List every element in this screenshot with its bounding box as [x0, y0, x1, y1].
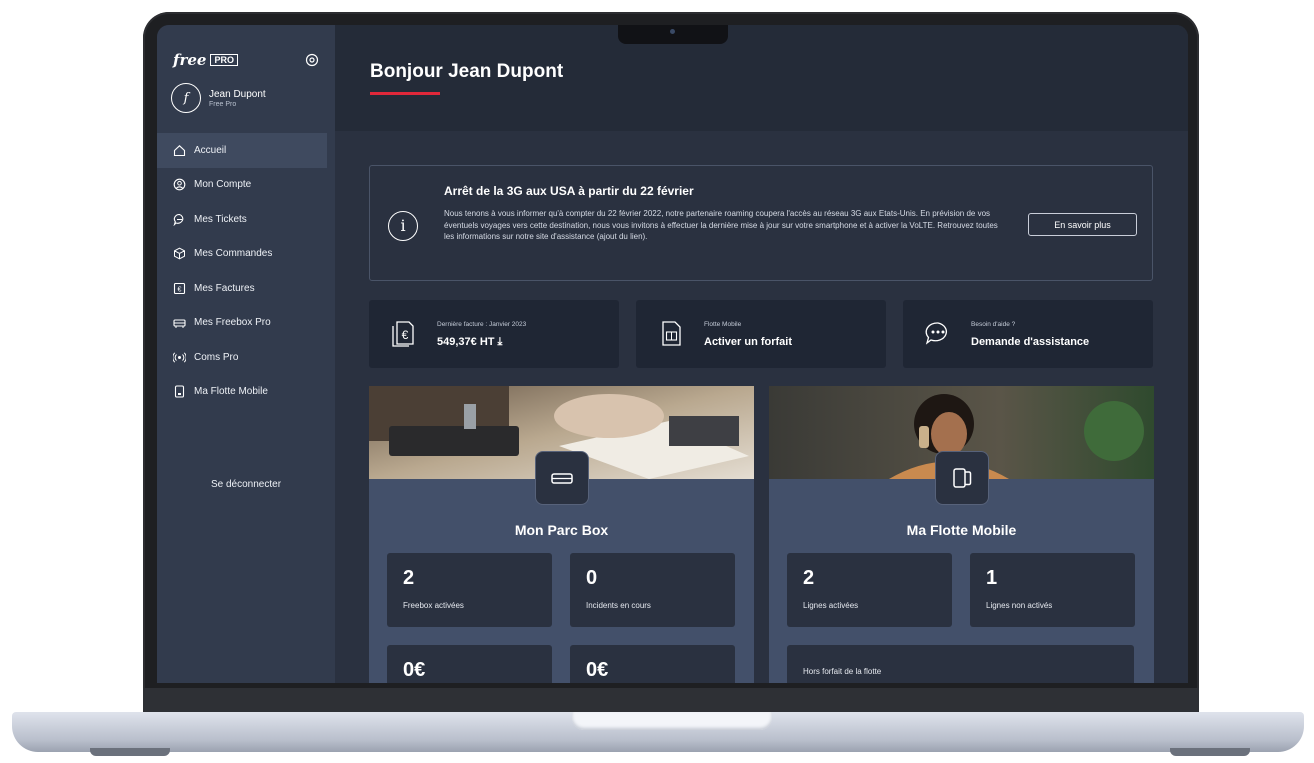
- brand-badge: PRO: [210, 54, 238, 66]
- sidebar-item-mes-freebox-pro[interactable]: Mes Freebox Pro: [157, 306, 335, 341]
- stat-value: 0€: [403, 659, 426, 681]
- laptop-screen: free PRO f Jean Dupont Free Pro Accueil M…: [157, 25, 1188, 683]
- sidebar-item-mes-tickets[interactable]: Mes Tickets: [157, 202, 335, 237]
- invoice-euro-icon: €: [392, 321, 414, 347]
- user-circle-icon: [173, 178, 186, 191]
- learn-more-button[interactable]: En savoir plus: [1028, 213, 1137, 236]
- stat-card-incidents[interactable]: 0 Incidents en cours: [570, 553, 735, 627]
- svg-text:€: €: [402, 328, 409, 342]
- card-support-request[interactable]: Besoin d'aide ? Demande d'assistance: [903, 300, 1153, 368]
- main-content: Bonjour Jean Dupont i Arrêt de la 3G aux…: [335, 25, 1188, 683]
- svg-text:€: €: [178, 286, 182, 293]
- stat-card-lines-not-activated[interactable]: 1 Lignes non activés: [970, 553, 1135, 627]
- title-underline: [370, 92, 440, 95]
- stat-label: Freebox activées: [403, 601, 464, 610]
- chat-bubble-icon: [173, 213, 184, 226]
- brand-name: free: [173, 51, 207, 69]
- stat-value: 0: [586, 567, 598, 589]
- stat-value: 0€: [586, 659, 609, 681]
- sidebar-item-mon-compte[interactable]: Mon Compte: [157, 168, 335, 203]
- info-icon: i: [388, 211, 418, 241]
- avatar: f: [171, 83, 201, 113]
- laptop-foot-right: [1170, 748, 1250, 756]
- alert-body: Nous tenons à vous informer qu'à compter…: [444, 209, 998, 241]
- sim-card-icon: [662, 321, 681, 346]
- card-value: 549,37€ HT ⤓: [437, 336, 503, 348]
- router-icon: [551, 473, 573, 484]
- stat-card-lines-activated[interactable]: 2 Lignes activées: [787, 553, 952, 627]
- stat-value: 2: [803, 567, 815, 589]
- card-label: Besoin d'aide ?: [971, 321, 1016, 328]
- card-label: Flotte Mobile: [704, 321, 742, 328]
- laptop-trackpad-notch: [572, 712, 772, 730]
- sidebar-item-label: Mes Tickets: [194, 213, 247, 225]
- user-subtitle: Free Pro: [209, 100, 237, 108]
- camera-icon: [670, 29, 675, 34]
- sidebar-item-label: Accueil: [194, 144, 227, 156]
- euro-invoice-icon: €: [173, 282, 186, 294]
- stat-label: Lignes non activés: [986, 601, 1053, 610]
- sidebar-item-label: Coms Pro: [194, 351, 239, 363]
- laptop-foot-left: [90, 748, 170, 756]
- dual-phone-icon: [953, 468, 972, 488]
- page-header: Bonjour Jean Dupont: [335, 25, 1188, 131]
- user-profile[interactable]: f Jean Dupont Free Pro: [171, 83, 266, 113]
- stat-value: 2: [403, 567, 415, 589]
- home-icon: [173, 144, 186, 156]
- sidebar-item-label: Mes Freebox Pro: [194, 317, 271, 329]
- chat-dots-icon: [925, 322, 947, 345]
- sidebar-item-label: Mon Compte: [194, 179, 252, 191]
- card-value: Demande d'assistance: [971, 336, 1090, 348]
- sidebar-item-label: Mes Factures: [194, 282, 255, 294]
- mobile-icon: [174, 385, 185, 398]
- sidebar-item-coms-pro[interactable]: Coms Pro: [157, 340, 335, 375]
- sidebar-nav: Accueil Mon Compte Mes Tickets Mes Comma…: [157, 133, 335, 409]
- sidebar-item-mes-commandes[interactable]: Mes Commandes: [157, 237, 335, 272]
- stat-card-amount-2[interactable]: 0€: [570, 645, 735, 683]
- sidebar-item-mes-factures[interactable]: € Mes Factures: [157, 271, 335, 306]
- card-label: Dernière facture : Janvier 2023: [437, 321, 527, 328]
- alert-banner: i Arrêt de la 3G aux USA à partir du 22 …: [369, 165, 1153, 281]
- stat-label: Hors forfait de la flotte: [803, 667, 882, 676]
- stat-card-amount-1[interactable]: 0€: [387, 645, 552, 683]
- mobile-badge: [935, 451, 989, 505]
- card-last-invoice[interactable]: € Dernière facture : Janvier 2023 549,37…: [369, 300, 619, 368]
- settings-icon[interactable]: [305, 53, 319, 67]
- broadcast-icon: [173, 352, 186, 363]
- logout-link[interactable]: Se déconnecter: [157, 479, 335, 490]
- freebox-badge: [535, 451, 589, 505]
- parc-box-panel: Mon Parc Box 2 Freebox activées 0 Incide…: [369, 386, 754, 683]
- sidebar-item-ma-flotte-mobile[interactable]: Ma Flotte Mobile: [157, 375, 335, 410]
- sidebar-item-accueil[interactable]: Accueil: [157, 133, 327, 168]
- stat-card-freebox-activated[interactable]: 2 Freebox activées: [387, 553, 552, 627]
- stat-label: Lignes activées: [803, 601, 859, 610]
- stat-card-hors-forfait[interactable]: Hors forfait de la flotte: [787, 645, 1134, 683]
- sidebar-item-label: Mes Commandes: [194, 248, 273, 260]
- page-title: Bonjour Jean Dupont: [370, 61, 564, 82]
- stat-value: 1: [986, 567, 998, 589]
- router-icon: [173, 319, 186, 329]
- brand-logo[interactable]: free PRO: [173, 51, 238, 69]
- user-name: Jean Dupont: [209, 88, 266, 100]
- package-icon: [174, 247, 185, 260]
- sidebar: free PRO f Jean Dupont Free Pro Accueil M…: [157, 25, 335, 683]
- flotte-mobile-panel: Ma Flotte Mobile 2 Lignes activées 1 Lig…: [769, 386, 1154, 683]
- stat-label: Incidents en cours: [586, 601, 651, 610]
- camera-notch: [618, 25, 728, 44]
- quick-cards: € Dernière facture : Janvier 2023 549,37…: [369, 300, 1153, 368]
- alert-title: Arrêt de la 3G aux USA à partir du 22 fé…: [444, 184, 694, 198]
- flotte-title: Ma Flotte Mobile: [906, 522, 1017, 538]
- parc-box-title: Mon Parc Box: [514, 522, 609, 538]
- card-value: Activer un forfait: [704, 336, 793, 348]
- laptop-hinge: [143, 688, 1199, 714]
- sidebar-item-label: Ma Flotte Mobile: [194, 386, 268, 398]
- card-activate-plan[interactable]: Flotte Mobile Activer un forfait: [636, 300, 886, 368]
